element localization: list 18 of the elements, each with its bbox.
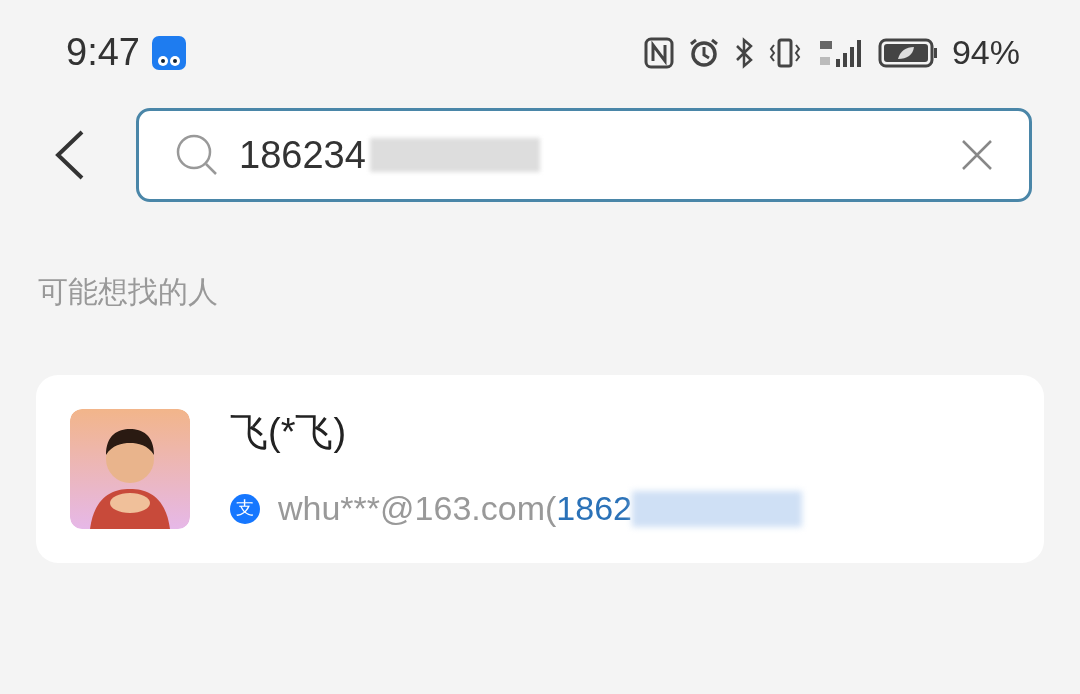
search-icon — [175, 133, 219, 177]
search-field[interactable]: 186234 — [136, 108, 1032, 202]
phone-link[interactable]: 1862 — [556, 483, 632, 534]
search-text: 186234 — [239, 132, 366, 178]
source-badge: 支 — [230, 493, 260, 524]
section-title: 可能想找的人 — [38, 275, 218, 308]
battery-icon — [877, 36, 938, 69]
contact-name: 飞(*飞) — [230, 410, 348, 455]
result-card[interactable]: 飞(*飞) 支 whu***@163.com(1862 — [36, 375, 1044, 563]
account-text: whu***@163.com( — [278, 488, 557, 529]
alarm-icon — [687, 36, 720, 69]
app-icon — [151, 35, 186, 70]
vibrate-icon — [767, 36, 802, 69]
bluetooth-icon — [733, 36, 754, 69]
clear-icon[interactable] — [961, 139, 993, 171]
clock-time: 9:47 — [66, 30, 140, 75]
nfc-icon — [643, 36, 674, 69]
battery-percent: 94% — [951, 32, 1020, 73]
